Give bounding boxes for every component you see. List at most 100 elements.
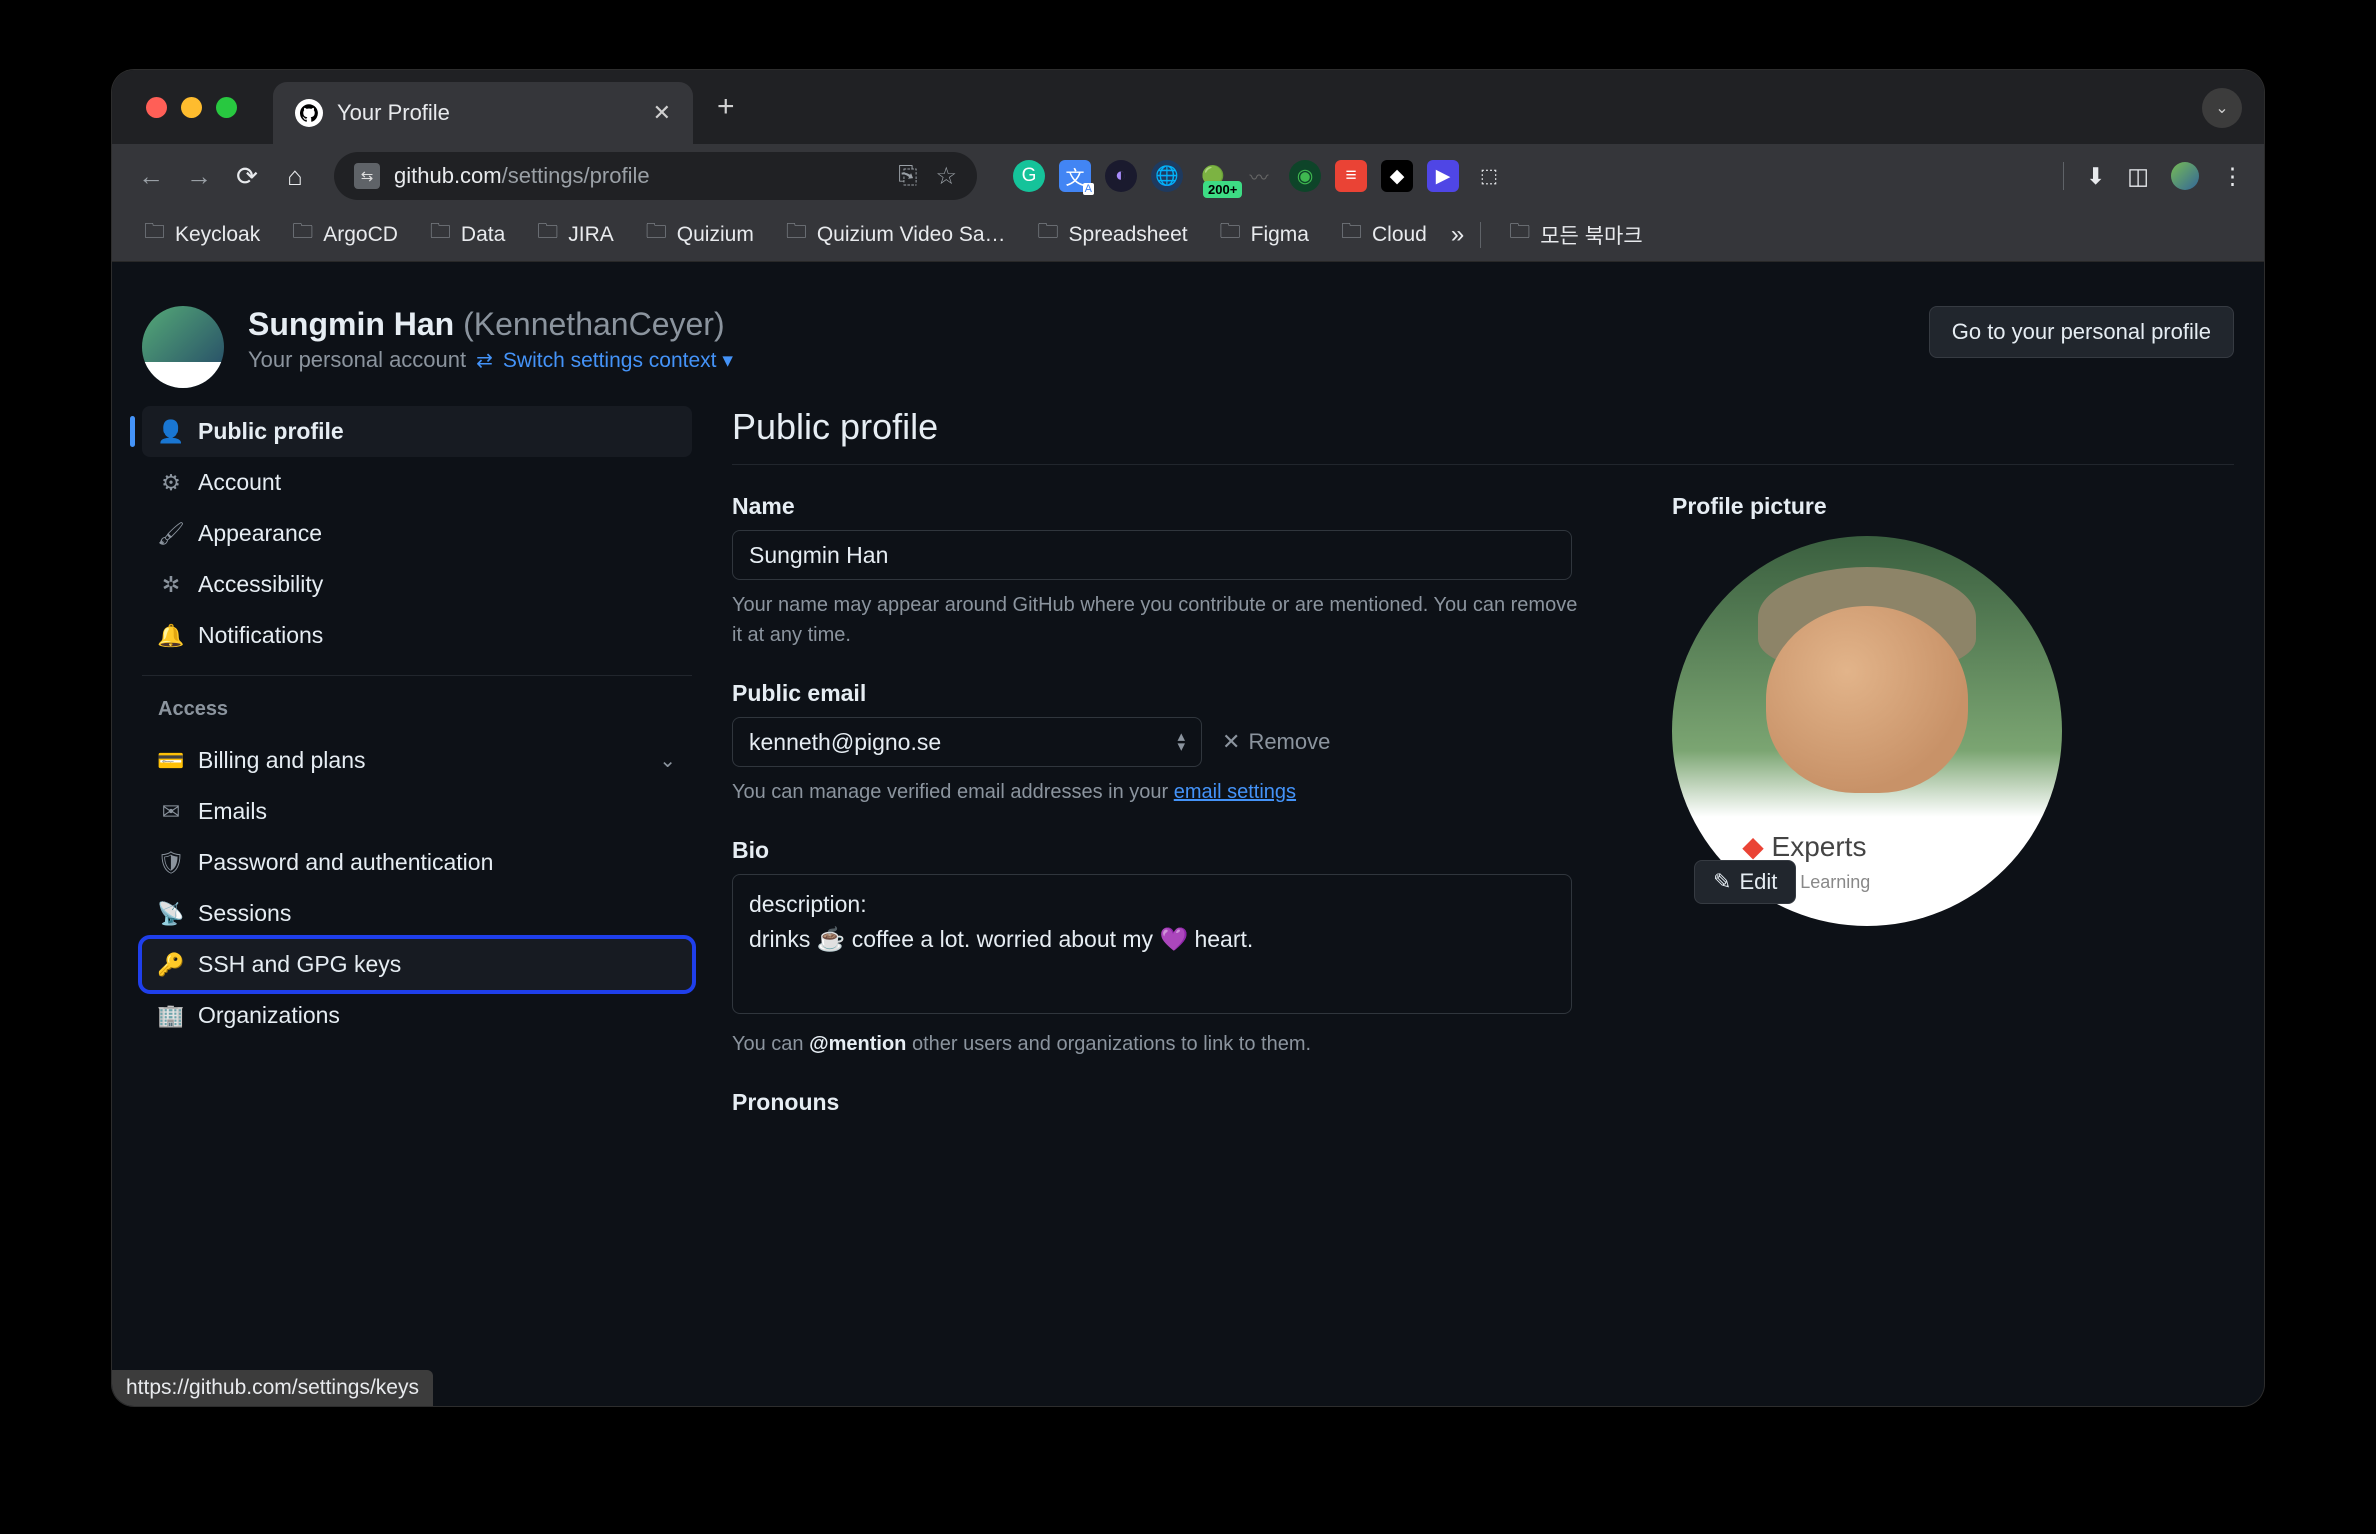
sidebar-item-sessions[interactable]: 📡Sessions [142,888,692,939]
select-caret-icon: ▴▾ [1177,732,1185,753]
sidebar-item-appearance[interactable]: 🖌Appearance [142,508,692,559]
sidebar-item-notifications[interactable]: 🔔Notifications [142,610,692,661]
sidebar-item-accessibility[interactable]: ✲Accessibility [142,559,692,610]
new-tab-button[interactable]: + [717,90,735,124]
browser-window: Your Profile ✕ + ⌄ ← → ⟳ ⌂ ⇆ github.com/… [112,70,2264,1406]
sidebar-item-public-profile[interactable]: 👤Public profile [142,406,692,457]
bookmark-folder[interactable]: 🗀Cloud [1329,211,1439,258]
settings-header: Sungmin Han (KennethanCeyer) Your person… [112,262,2264,406]
sidebar-item-billing[interactable]: 💳Billing and plans⌄ [142,735,692,786]
separator [1480,222,1481,248]
browser-toolbar: ← → ⟳ ⌂ ⇆ github.com/settings/profile ⎘ … [112,144,2264,208]
email-hint: You can manage verified email addresses … [732,777,1592,807]
tab-strip: Your Profile ✕ + ⌄ [112,70,2264,144]
email-value: kenneth@pigno.se [749,729,941,756]
site-settings-icon[interactable]: ⇆ [354,163,380,189]
extensions-menu-icon[interactable]: ⬚ [1473,160,1505,192]
sidebar-item-organizations[interactable]: 🏢Organizations [142,990,692,1041]
minimize-window-icon[interactable] [181,97,202,118]
ext-icon-6[interactable]: 〰 [1243,160,1275,192]
go-to-profile-button[interactable]: Go to your personal profile [1929,306,2234,358]
divider [142,675,692,676]
accessibility-icon: ✲ [158,572,184,598]
folder-icon: 🗀 [537,217,558,252]
folder-icon: 🗀 [786,217,807,252]
switch-context-link[interactable]: Switch settings context ▾ [503,348,733,373]
downloads-icon[interactable]: ⬇ [2086,163,2105,190]
email-select[interactable]: kenneth@pigno.se ▴▾ [732,717,1202,767]
bookmark-folder[interactable]: 🗀JIRA [525,211,626,258]
ext-icon-5[interactable]: 🟢200+ [1197,160,1229,192]
close-icon: ✕ [1222,729,1240,755]
edit-picture-button[interactable]: ✎Edit [1694,860,1796,904]
folder-icon: 🗀 [1509,217,1530,252]
folder-icon: 🗀 [1220,217,1241,252]
forward-button[interactable]: → [180,157,218,195]
home-button[interactable]: ⌂ [276,157,314,195]
tabs-overflow-button[interactable]: ⌄ [2202,88,2242,128]
ext-icon-9[interactable]: ◆ [1381,160,1413,192]
profile-avatar-icon[interactable] [2171,162,2199,190]
email-settings-link[interactable]: email settings [1174,781,1296,803]
window-controls [146,97,237,118]
ext-icon-8[interactable]: ≡ [1335,160,1367,192]
sidebar-item-password[interactable]: 🛡Password and authentication [142,837,692,888]
gear-icon: ⚙ [158,470,184,496]
person-icon: 👤 [158,419,184,445]
sidebar-heading-access: Access [142,690,692,735]
ext-icon-4[interactable]: 🌐 [1151,160,1183,192]
bookmark-folder[interactable]: 🗀Quizium [634,211,766,258]
settings-sidebar: 👤Public profile ⚙Account 🖌Appearance ✲Ac… [142,406,692,1146]
folder-icon: 🗀 [1038,217,1059,252]
sidebar-item-account[interactable]: ⚙Account [142,457,692,508]
maximize-window-icon[interactable] [216,97,237,118]
sidebar-item-emails[interactable]: ✉Emails [142,786,692,837]
bell-icon: 🔔 [158,623,184,649]
folder-icon: 🗀 [646,217,667,252]
install-app-icon[interactable]: ⎘ [898,162,917,191]
page-content: Sungmin Han (KennethanCeyer) Your person… [112,262,2264,1406]
kebab-menu-icon[interactable]: ⋮ [2221,163,2244,190]
page-title: Sungmin Han (KennethanCeyer) [248,306,733,343]
bookmark-folder[interactable]: 🗀Data [418,211,517,258]
avatar[interactable] [142,306,224,388]
bookmark-star-icon[interactable]: ☆ [935,162,957,191]
ext-icon-7[interactable]: ◉ [1289,160,1321,192]
grammarly-ext-icon[interactable]: G [1013,160,1045,192]
back-button[interactable]: ← [132,157,170,195]
ext-icon-10[interactable]: ▶ [1427,160,1459,192]
close-tab-icon[interactable]: ✕ [653,100,671,126]
shield-icon: 🛡 [158,850,184,876]
bio-textarea[interactable] [732,874,1572,1014]
reload-button[interactable]: ⟳ [228,157,266,195]
bookmark-folder[interactable]: 🗀Figma [1208,211,1321,258]
translate-ext-icon[interactable]: 文A [1059,160,1091,192]
bookmarks-bar: 🗀Keycloak 🗀ArgoCD 🗀Data 🗀JIRA 🗀Quizium 🗀… [112,208,2264,262]
folder-icon: 🗀 [430,217,451,252]
sidepanel-icon[interactable]: ◫ [2127,163,2149,190]
sidebar-item-ssh-keys[interactable]: 🔑SSH and GPG keys [142,939,692,990]
name-label: Name [732,493,1592,520]
bio-label: Bio [732,837,1592,864]
bookmark-folder[interactable]: 🗀Quizium Video Sa… [774,211,1018,258]
bookmark-folder[interactable]: 🗀Spreadsheet [1026,211,1200,258]
all-bookmarks-folder[interactable]: 🗀모든 북마크 [1497,211,1654,258]
ext-icon-3[interactable]: ◐ [1105,160,1137,192]
bookmarks-overflow-icon[interactable]: » [1451,221,1464,249]
picture-heading: Profile picture [1672,493,2092,520]
status-bar-link-preview: https://github.com/settings/keys [112,1370,433,1406]
name-input[interactable] [732,530,1572,580]
chevron-down-icon: ⌄ [659,748,676,773]
pencil-icon: ✎ [1713,869,1731,895]
pronouns-label: Pronouns [732,1089,1592,1116]
browser-tab[interactable]: Your Profile ✕ [273,82,693,144]
bookmark-folder[interactable]: 🗀ArgoCD [280,211,410,258]
brush-icon: 🖌 [158,521,184,547]
bookmark-folder[interactable]: 🗀Keycloak [132,211,272,258]
remove-email-button[interactable]: ✕Remove [1222,729,1330,755]
card-icon: 💳 [158,748,184,774]
divider [732,464,2234,465]
close-window-icon[interactable] [146,97,167,118]
url-bar[interactable]: ⇆ github.com/settings/profile ⎘ ☆ [334,152,977,200]
account-type-label: Your personal account [248,347,466,373]
